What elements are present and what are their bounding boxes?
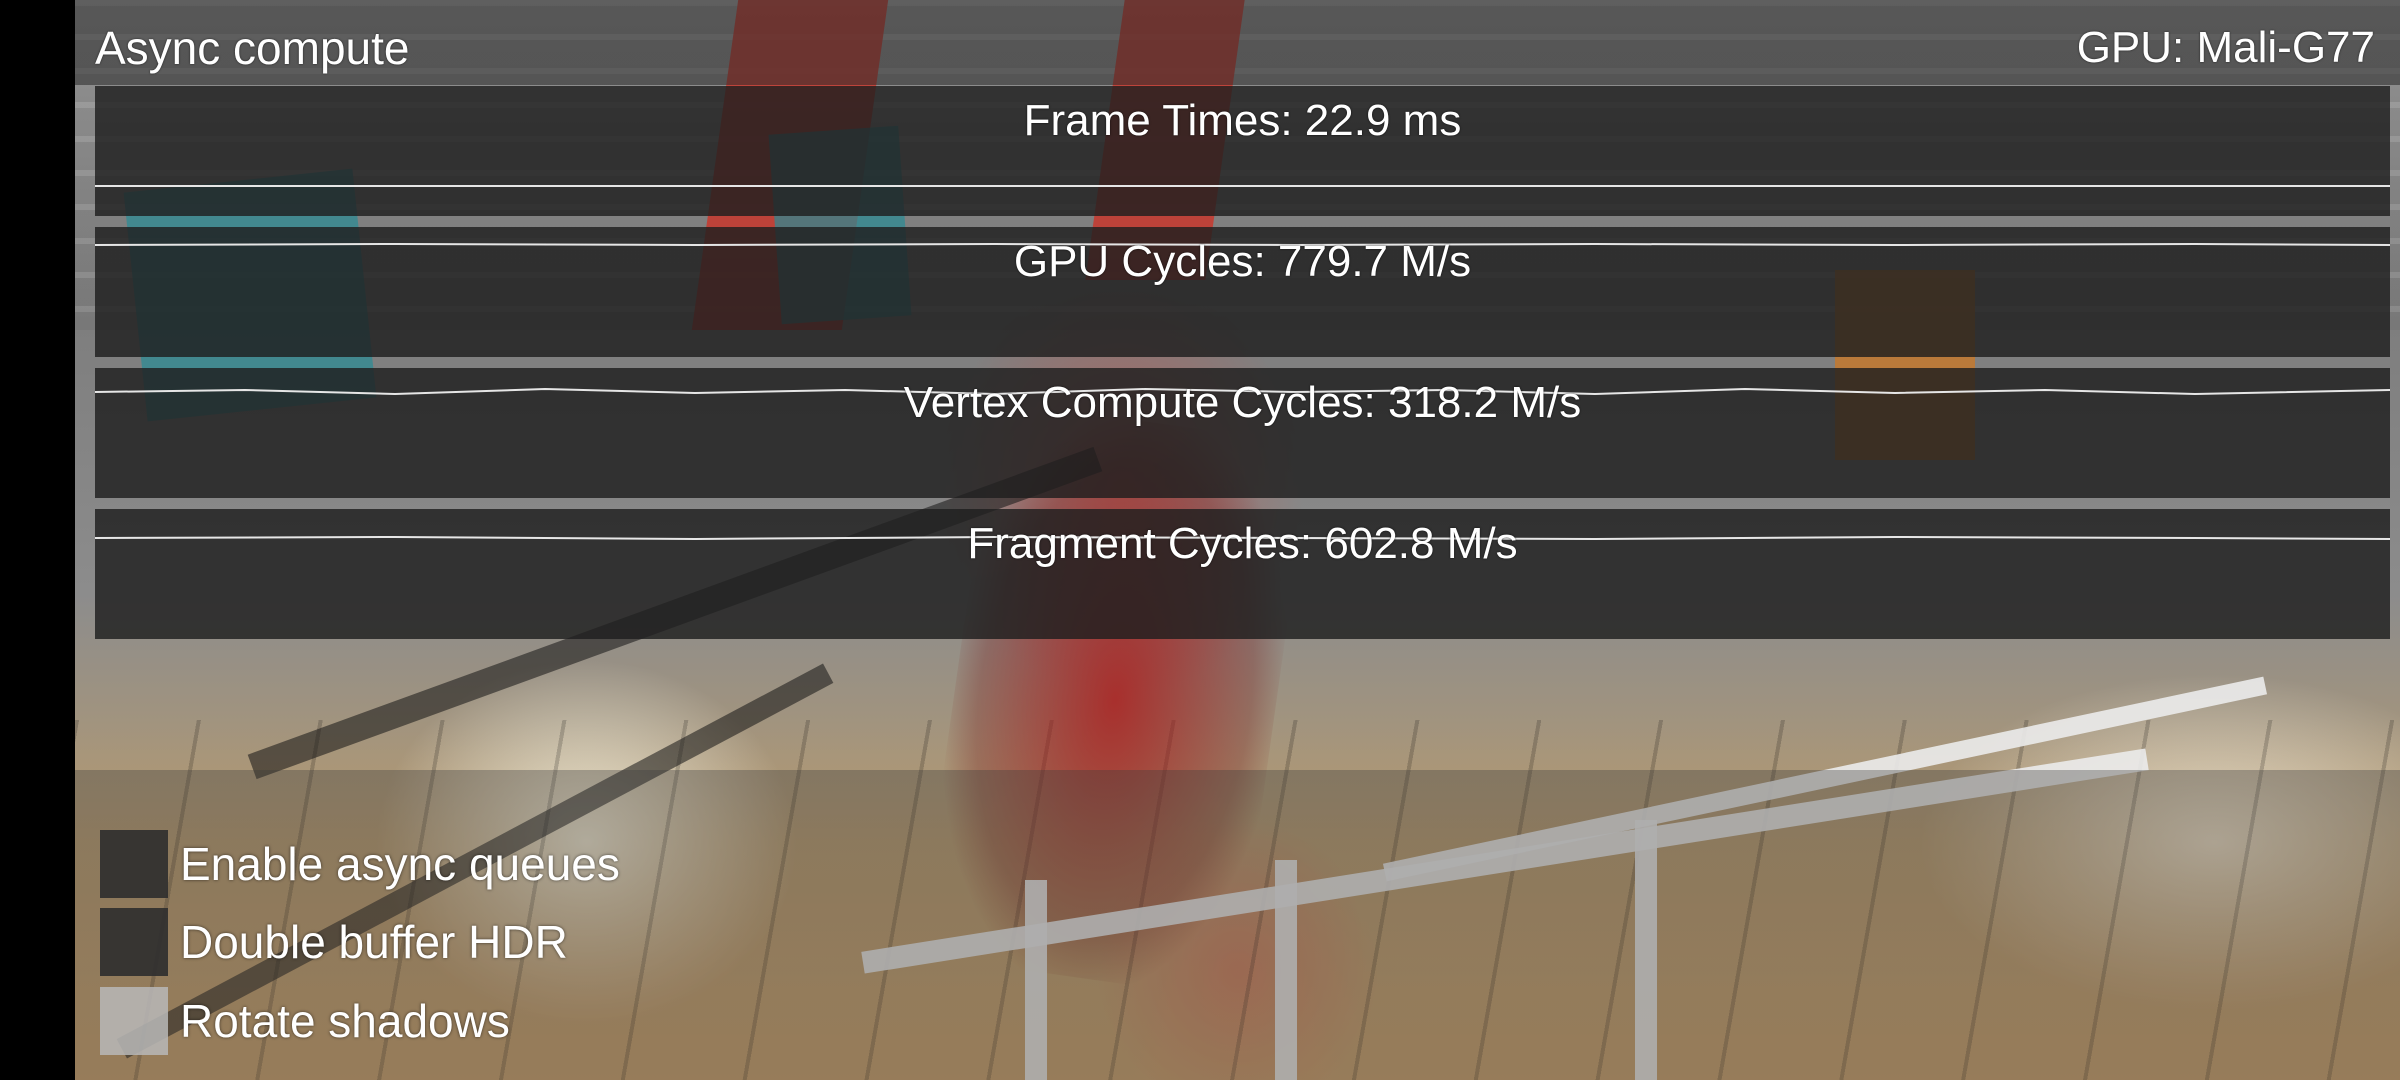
- option-label: Enable async queues: [180, 838, 620, 890]
- enable-async-queues-checkbox[interactable]: [100, 830, 168, 898]
- option-label: Double buffer HDR: [180, 916, 568, 968]
- graph-gpu-cycles: GPU Cycles: 779.7 M/s: [95, 227, 2390, 357]
- graph-frame-times-label: Frame Times: 22.9 ms: [1023, 96, 1462, 145]
- graph-vertex-compute-cycles: Vertex Compute Cycles: 318.2 M/s: [95, 368, 2390, 498]
- header-bar: [75, 0, 2400, 85]
- app-title: Async compute: [95, 22, 410, 74]
- double-buffer-hdr-checkbox[interactable]: [100, 908, 168, 976]
- graph-gpu-cycles-label: GPU Cycles: 779.7 M/s: [1013, 237, 1472, 286]
- option-label: Rotate shadows: [180, 995, 510, 1047]
- option-enable-async-queues[interactable]: Enable async queues: [100, 828, 620, 900]
- graph-frame-times: Frame Times: 22.9 ms: [95, 86, 2390, 216]
- graph-fragment-cycles-label: Fragment Cycles: 602.8 M/s: [967, 519, 1518, 568]
- option-rotate-shadows[interactable]: Rotate shadows: [100, 985, 510, 1057]
- rotate-shadows-checkbox[interactable]: [100, 987, 168, 1055]
- option-double-buffer-hdr[interactable]: Double buffer HDR: [100, 906, 568, 978]
- graph-fragment-cycles: Fragment Cycles: 602.8 M/s: [95, 509, 2390, 639]
- graph-vertex-compute-cycles-label: Vertex Compute Cycles: 318.2 M/s: [903, 378, 1582, 427]
- gpu-label: GPU: Mali-G77: [2076, 23, 2375, 72]
